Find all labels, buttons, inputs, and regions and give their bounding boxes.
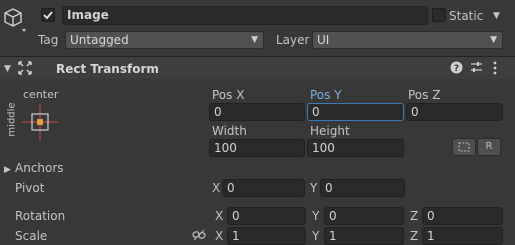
pos-y-field[interactable]: 0: [307, 103, 404, 121]
scale-y-field[interactable]: 1: [324, 227, 404, 245]
pos-x-label: Pos X: [212, 88, 245, 102]
chevron-down-icon: ▼: [251, 35, 258, 45]
height-label: Height: [310, 124, 350, 138]
rotation-x-field[interactable]: 0: [227, 207, 306, 225]
scale-x-label: X: [215, 229, 224, 243]
name-field[interactable]: Image: [62, 6, 428, 25]
rotation-z-field[interactable]: 0: [422, 207, 503, 225]
scale-label: Scale: [15, 229, 48, 243]
static-label: Static: [449, 9, 484, 23]
help-icon[interactable]: ?: [450, 61, 463, 74]
chevron-down-icon: ▼: [490, 35, 497, 45]
height-field[interactable]: 100: [307, 139, 404, 157]
more-options-icon[interactable]: [492, 61, 498, 75]
component-title: Rect Transform: [56, 62, 159, 76]
scale-z-field[interactable]: 1: [422, 227, 503, 245]
pivot-y-field[interactable]: 0: [320, 179, 405, 197]
rotation-y-field[interactable]: 0: [324, 207, 404, 225]
pos-z-label: Pos Z: [408, 88, 441, 102]
anchor-vertical-label: middle: [6, 102, 18, 137]
scale-y-label: Y: [312, 229, 320, 243]
blueprint-mode-button[interactable]: [452, 138, 476, 156]
raw-edit-button[interactable]: R: [477, 138, 501, 156]
anchors-foldout-icon[interactable]: ▶: [4, 162, 11, 178]
anchors-label[interactable]: Anchors: [15, 160, 64, 176]
rotation-label: Rotation: [15, 209, 66, 223]
rotation-y-label: Y: [312, 209, 320, 223]
scale-x-field[interactable]: 1: [227, 227, 306, 245]
checkmark-icon: [43, 11, 53, 20]
pivot-x-label: X: [212, 181, 221, 195]
anchor-preset-button[interactable]: [22, 104, 58, 140]
constrain-proportions-icon[interactable]: [192, 229, 206, 241]
layer-dropdown[interactable]: UI ▼: [312, 31, 503, 49]
anchor-horizontal-label: center: [23, 88, 59, 101]
svg-text:?: ?: [454, 64, 459, 74]
pos-x-field[interactable]: 0: [209, 103, 305, 121]
pivot-label: Pivot: [15, 181, 45, 195]
tag-dropdown[interactable]: Untagged ▼: [65, 31, 264, 49]
static-dropdown-icon[interactable]: ▼: [493, 8, 500, 24]
static-checkbox[interactable]: [432, 8, 446, 22]
pos-y-label: Pos Y: [310, 88, 342, 102]
scale-z-label: Z: [410, 229, 419, 243]
width-label: Width: [212, 124, 247, 138]
rotation-z-label: Z: [410, 209, 419, 223]
pos-z-field[interactable]: 0: [406, 103, 503, 121]
active-checkbox[interactable]: [41, 8, 55, 22]
dashed-rect-icon: [458, 142, 470, 152]
gameobject-icon[interactable]: [3, 6, 31, 34]
rect-transform-icon: [18, 61, 32, 75]
width-field[interactable]: 100: [209, 139, 305, 157]
pivot-y-label: Y: [310, 181, 318, 195]
foldout-arrow-icon[interactable]: ▼: [4, 61, 11, 77]
rotation-x-label: X: [215, 209, 224, 223]
tag-label: Tag: [38, 33, 59, 47]
preset-sliders-icon[interactable]: [470, 61, 483, 74]
pivot-x-field[interactable]: 0: [222, 179, 305, 197]
layer-label: Layer: [276, 33, 310, 47]
